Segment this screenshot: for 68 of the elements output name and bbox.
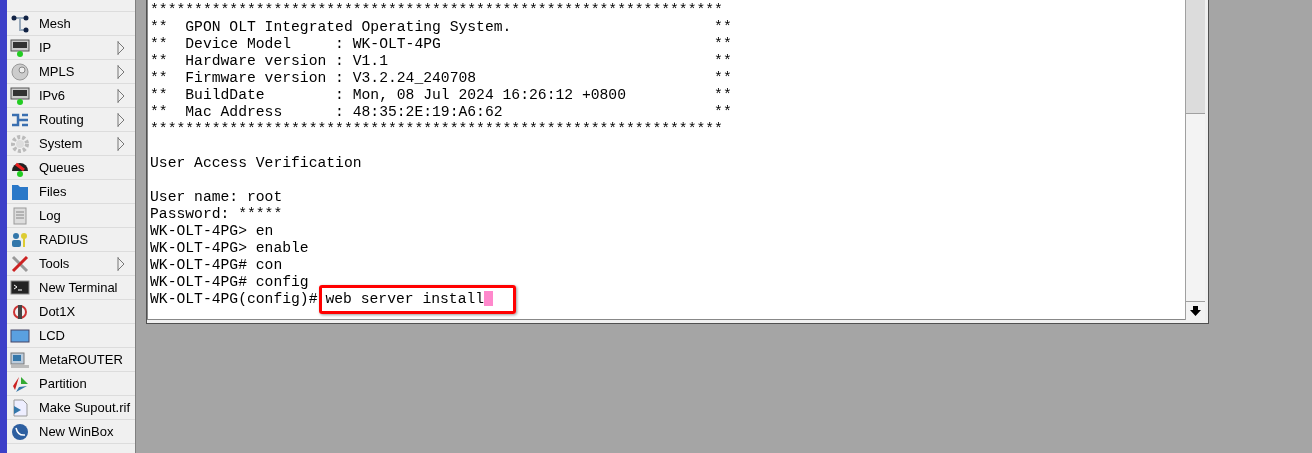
menu-label: Log	[39, 208, 62, 223]
terminal-command: web server install	[325, 291, 485, 307]
terminal-line: ** BuildDate : Mon, 08 Jul 2024 16:26:12 +0800 **	[150, 87, 732, 103]
menu-item[interactable]: Dot1X	[7, 300, 135, 324]
menu-label: Make Supout.rif	[39, 400, 132, 415]
mesh-icon	[10, 13, 30, 34]
terminal-line: *****************************************************************	[150, 2, 723, 18]
terminal-line: ** Device Model : WK-OLT-4PG **	[150, 36, 732, 52]
menu-label: New WinBox	[39, 424, 115, 439]
menu-item[interactable]: Tools	[7, 252, 135, 276]
terminal-line: ** GPON OLT Integrated Operating System. **	[150, 19, 732, 35]
menu-label: MetaROUTER	[39, 352, 124, 367]
menu-label: LCD	[39, 328, 66, 343]
menu-label: IP	[39, 40, 53, 55]
menu-item[interactable]: IP	[7, 36, 135, 60]
menu-item[interactable]: Log	[7, 204, 135, 228]
menu-item[interactable]: MetaROUTER	[7, 348, 135, 372]
menu-label: MPLS	[39, 64, 76, 79]
menu-item[interactable]: Partition	[7, 372, 135, 396]
menu-item[interactable]: System	[7, 132, 135, 156]
terminal-line: ** Mac Address : 48:35:2E:19:A6:62 **	[150, 104, 732, 120]
terminal-line: *****************************************************************	[150, 121, 723, 137]
terminal-line: WK-OLT-4PG> enable	[150, 240, 309, 256]
menu-label: Partition	[39, 376, 88, 391]
menu-item[interactable]: MPLS	[7, 60, 135, 84]
scrollbar-thumb[interactable]	[1186, 0, 1205, 114]
menu-item[interactable]: RADIUS	[7, 228, 135, 252]
menu-item[interactable]: New Terminal	[7, 276, 135, 300]
menu-label: Files	[39, 184, 68, 199]
computer-icon	[10, 349, 30, 370]
text-cursor	[484, 291, 494, 306]
gear-icon	[10, 133, 30, 154]
monitor-icon	[10, 37, 30, 58]
menu-item[interactable]: Files	[7, 180, 135, 204]
menu-item[interactable]: Queues	[7, 156, 135, 180]
terminal-line: WK-OLT-4PG# con	[150, 257, 283, 273]
menu-label: Mesh	[39, 16, 72, 31]
menu-item[interactable]: Routing	[7, 108, 135, 132]
tools-icon	[10, 253, 30, 274]
terminal-line: WK-OLT-4PG# config	[150, 274, 309, 290]
menu-label: IPv6	[39, 88, 66, 103]
menu-item[interactable]: Mesh	[7, 12, 135, 36]
terminal-line: ** Hardware version : V1.1 **	[150, 53, 732, 69]
menu-item[interactable]: IPv6	[7, 84, 135, 108]
globe-icon	[10, 421, 30, 442]
menu-item[interactable]: LCD	[7, 324, 135, 348]
terminal-line: Password: *****	[150, 206, 283, 222]
scrollbar[interactable]	[1185, 0, 1205, 320]
disc-icon	[10, 61, 30, 82]
menu-label: Dot1X	[39, 304, 77, 319]
menu-label: Queues	[39, 160, 86, 175]
terminal-line: User name: root	[150, 189, 283, 205]
menu-label: Tools	[39, 256, 71, 271]
terminal-line: User Access Verification	[150, 155, 362, 171]
menu-item[interactable]: New WinBox	[7, 420, 135, 444]
terminal-icon	[10, 277, 30, 298]
menu-item[interactable]: Make Supout.rif	[7, 396, 135, 420]
menu-label: System	[39, 136, 84, 151]
log-icon	[10, 205, 30, 226]
menu-label: Routing	[39, 112, 85, 127]
terminal-line: ** Firmware version : V3.2.24_240708 **	[150, 70, 732, 86]
terminal-line: WK-OLT-4PG> en	[150, 223, 274, 239]
monitor-icon	[10, 85, 30, 106]
terminal-prompt: WK-OLT-4PG(config)#	[150, 291, 318, 307]
menu-label: RADIUS	[39, 232, 90, 247]
document-icon	[10, 397, 30, 418]
down-arrow-icon	[1190, 306, 1201, 316]
menu-label: New Terminal	[39, 280, 119, 295]
